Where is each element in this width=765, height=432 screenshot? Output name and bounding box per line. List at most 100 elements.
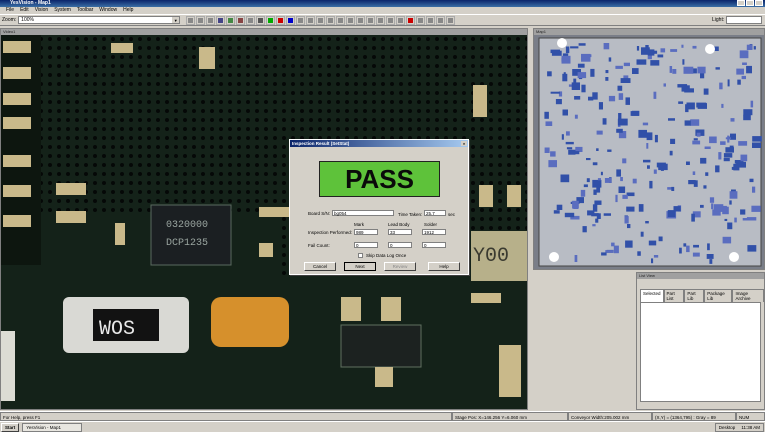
zoom-select[interactable]: 100% (18, 16, 181, 24)
toolbar-tool-icon[interactable] (386, 15, 396, 25)
toolbar-tool-icon[interactable] (186, 15, 196, 25)
map-component-mark (638, 129, 647, 138)
map-component-mark (693, 244, 699, 248)
taskbar-app-item[interactable]: YesVision - Map1 (22, 422, 83, 432)
map-component-mark (688, 180, 696, 185)
tab-package-lib[interactable]: Package Lib (704, 289, 733, 302)
tab-part-list[interactable]: Part List (663, 289, 685, 302)
list-body[interactable] (640, 302, 761, 402)
toolbar-tool-icon[interactable] (306, 15, 316, 25)
toolbar-tool-icon[interactable] (256, 15, 266, 25)
zoom-label: Zoom: (2, 17, 17, 23)
map-component-mark (740, 209, 746, 215)
light-select[interactable] (726, 16, 762, 24)
time-unit: sec (448, 212, 456, 217)
insp-lead-field: 33 (388, 229, 412, 235)
map-component-mark (577, 63, 585, 68)
toolbar-tool-icon[interactable] (286, 15, 296, 25)
map-component-mark (707, 243, 710, 251)
tab-image-archive[interactable]: Image Archive (732, 289, 764, 302)
map-view[interactable]: Map1 (533, 28, 765, 270)
clock: 11:38 AM (741, 425, 760, 430)
toolbar-tool-icon[interactable] (276, 15, 286, 25)
menu-edit[interactable]: Edit (20, 7, 29, 14)
column-lead-body: Lead Body (388, 222, 410, 227)
toolbar-tool-icon[interactable] (366, 15, 376, 25)
map-component-mark (737, 79, 741, 85)
map-component-mark (605, 77, 609, 81)
toolbar-tool-icon[interactable] (206, 15, 216, 25)
map-component-mark (725, 137, 731, 140)
menu-toolbar[interactable]: Toolbar (77, 7, 93, 14)
map-mounting-hole (729, 252, 739, 262)
map-component-mark (594, 200, 602, 205)
board-sn-field[interactable]: bg054 (332, 210, 394, 216)
light-label: Light: (712, 17, 725, 23)
next-button[interactable]: Next (344, 262, 376, 271)
desktop-toolbar[interactable]: Desktop (719, 424, 736, 431)
svg-text:DCP1235: DCP1235 (166, 238, 208, 249)
map-component-mark (653, 169, 657, 174)
map-component-mark (752, 186, 756, 193)
tool-icons (186, 15, 456, 25)
map-component-mark (595, 218, 599, 223)
map-component-mark (713, 204, 724, 212)
menu-window[interactable]: Window (99, 7, 117, 14)
map-component-mark (582, 226, 587, 233)
map-component-mark (724, 218, 728, 221)
close-button[interactable] (755, 0, 763, 6)
map-component-mark (555, 99, 562, 105)
toolbar-tool-icon[interactable] (236, 15, 246, 25)
map-component-mark (571, 82, 580, 90)
menu-system[interactable]: System (54, 7, 71, 14)
map-component-mark (719, 82, 723, 90)
minimize-button[interactable] (737, 0, 745, 6)
toolbar-tool-icon[interactable] (296, 15, 306, 25)
toolbar-tool-icon[interactable] (266, 15, 276, 25)
menu-help[interactable]: Help (123, 7, 133, 14)
map-component-mark (547, 71, 552, 77)
map-component-mark (626, 206, 635, 212)
map-component-mark (588, 96, 594, 101)
start-button[interactable]: Start (1, 422, 20, 432)
map-component-mark (646, 143, 649, 149)
cancel-button[interactable]: Cancel (304, 262, 336, 271)
fail-solder-field: 0 (422, 242, 446, 248)
toolbar-tool-icon[interactable] (426, 15, 436, 25)
toolbar-tool-icon[interactable] (376, 15, 386, 25)
map-component-mark (709, 197, 715, 203)
tab-selected[interactable]: Selected (640, 289, 664, 302)
toolbar-tool-icon[interactable] (436, 15, 446, 25)
toolbar-tool-icon[interactable] (406, 15, 416, 25)
toolbar-tool-icon[interactable] (446, 15, 456, 25)
toolbar-tool-icon[interactable] (326, 15, 336, 25)
toolbar-tool-icon[interactable] (316, 15, 326, 25)
tab-part-lib[interactable]: Part Lib (684, 289, 705, 302)
toolbar-tool-icon[interactable] (216, 15, 226, 25)
map-component-mark (692, 140, 701, 145)
menu-file[interactable]: File (6, 7, 14, 14)
map-component-mark (590, 68, 595, 77)
dialog-close-button[interactable]: × (461, 141, 467, 146)
map-component-mark (620, 177, 623, 182)
review-button: Review (384, 262, 416, 271)
toolbar-tool-icon[interactable] (346, 15, 356, 25)
map-component-mark (747, 245, 757, 252)
map-component-mark (605, 70, 609, 74)
system-tray: Desktop 11:38 AM (714, 423, 764, 432)
map-component-mark (751, 205, 761, 212)
help-button[interactable]: Help (428, 262, 460, 271)
toolbar-tool-icon[interactable] (416, 15, 426, 25)
map-component-mark (657, 54, 664, 58)
map-component-mark (598, 102, 603, 110)
toolbar-tool-icon[interactable] (226, 15, 236, 25)
toolbar-tool-icon[interactable] (246, 15, 256, 25)
toolbar-tool-icon[interactable] (356, 15, 366, 25)
map-component-mark (722, 236, 732, 244)
maximize-button[interactable] (746, 0, 754, 6)
toolbar-tool-icon[interactable] (196, 15, 206, 25)
toolbar-tool-icon[interactable] (336, 15, 346, 25)
skip-data-log-checkbox[interactable] (358, 253, 363, 258)
menu-vision[interactable]: Vision (35, 7, 49, 14)
toolbar-tool-icon[interactable] (396, 15, 406, 25)
